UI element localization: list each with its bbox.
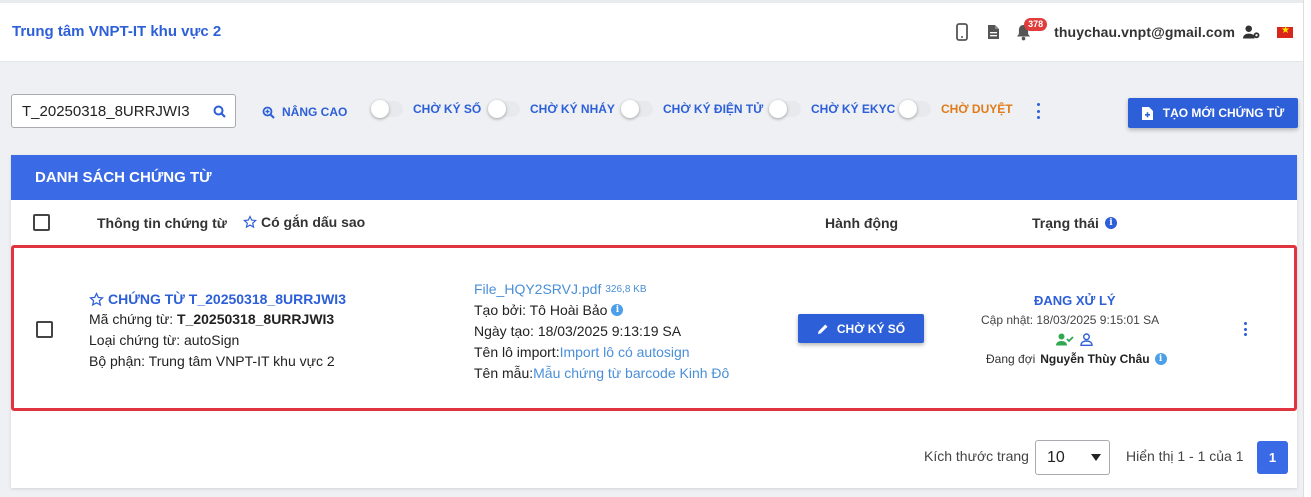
document-title: CHỨNG TỪ T_20250318_8URRJWI3 — [108, 291, 346, 307]
filter-toggle[interactable] — [488, 100, 520, 118]
status-badge: ĐANG XỬ LÝ — [1034, 293, 1116, 308]
info-icon[interactable]: i — [611, 304, 624, 316]
signer-icons — [1056, 333, 1093, 346]
row-checkbox[interactable] — [36, 321, 53, 338]
document-code: Mã chứng từ: T_20250318_8URRJWI3 — [89, 311, 334, 327]
more-filters-kebab-icon[interactable] — [1033, 103, 1043, 119]
file-plus-icon — [1141, 106, 1153, 120]
select-all-checkbox[interactable] — [33, 214, 50, 231]
file-link[interactable]: File_HQY2SRVJ.pdf — [474, 281, 601, 297]
notification-badge: 378 — [1024, 18, 1048, 31]
column-status: Trạng thái i — [1032, 215, 1117, 231]
brand-title[interactable]: Trung tâm VNPT-IT khu vực 2 — [12, 23, 221, 40]
header-top-line — [0, 0, 1303, 3]
mobile-icon[interactable] — [953, 22, 971, 42]
document-icon[interactable] — [984, 22, 1002, 42]
document-department: Bộ phận: Trung tâm VNPT-IT khu vực 2 — [89, 353, 335, 369]
column-status-label: Trạng thái — [1032, 215, 1099, 231]
document-title-link[interactable]: CHỨNG TỪ T_20250318_8URRJWI3 — [89, 291, 346, 307]
sign-digital-button[interactable]: CHỜ KÝ SỐ — [798, 314, 924, 343]
filter-label: CHỜ KÝ ĐIỆN TỬ — [663, 102, 764, 116]
info-icon[interactable]: i — [1154, 353, 1167, 365]
filter-cho-duyet[interactable]: CHỜ DUYỆT — [899, 100, 1013, 118]
notifications[interactable]: 378 — [1014, 18, 1048, 42]
template-link[interactable]: Mẫu chứng từ barcode Kinh Đô — [533, 365, 729, 381]
filter-toggle[interactable] — [769, 100, 801, 118]
batch-link[interactable]: Import lô có autosign — [560, 344, 690, 360]
filter-toggle[interactable] — [621, 100, 653, 118]
sign-digital-label: CHỜ KÝ SỐ — [836, 321, 906, 336]
document-code-value: T_20250318_8URRJWI3 — [177, 311, 335, 327]
batch-import: Tên lô import: Import lô có autosign — [474, 344, 690, 360]
batch-label: Tên lô import: — [474, 344, 560, 360]
page-size-select[interactable]: 10 — [1035, 440, 1110, 475]
user-gear-icon[interactable] — [1243, 22, 1261, 42]
page-scrollbar[interactable] — [1303, 0, 1311, 497]
column-info: Thông tin chứng từ — [97, 215, 227, 231]
app-header: Trung tâm VNPT-IT khu vực 2 378 thuychau… — [0, 0, 1303, 62]
document-type: Loại chứng từ: autoSign — [89, 332, 240, 348]
pen-icon — [817, 324, 828, 334]
advanced-search-label: NÂNG CAO — [282, 105, 348, 119]
document-list-title: DANH SÁCH CHỨNG TỪ — [11, 155, 1297, 200]
updated-time: Cập nhật: 18/03/2025 9:15:01 SA — [981, 313, 1160, 327]
template-name: Tên mẫu: Mẫu chứng từ barcode Kinh Đô — [474, 365, 729, 381]
document-code-label: Mã chứng từ: — [89, 311, 177, 327]
document-list-panel: DANH SÁCH CHỨNG TỪ Thông tin chứng từ Có… — [11, 155, 1297, 488]
filter-cho-ky-so[interactable]: CHỜ KÝ SỐ — [371, 100, 482, 118]
user-outline-icon[interactable] — [1080, 333, 1093, 346]
page-size-label: Kích thước trang — [924, 448, 1029, 464]
column-action: Hành động — [825, 215, 899, 231]
filter-cho-ky-ekyc[interactable]: CHỜ KÝ EKYC — [769, 100, 896, 118]
filter-label: CHỜ DUYỆT — [941, 102, 1013, 116]
created-by: Tạo bởi: Tô Hoài Bảo i — [474, 302, 624, 318]
filter-toggle[interactable] — [371, 100, 403, 118]
table-header: Thông tin chứng từ Có gắn dấu sao Hành đ… — [11, 200, 1297, 245]
filter-label: CHỜ KÝ EKYC — [811, 102, 896, 116]
waiting-user: Nguyễn Thùy Châu — [1040, 352, 1150, 366]
search-input[interactable] — [12, 102, 207, 120]
filter-cho-ky-nhay[interactable]: CHỜ KÝ NHÁY — [488, 100, 615, 118]
star-icon — [243, 215, 257, 229]
filter-cho-ky-dien-tu[interactable]: CHỜ KÝ ĐIỆN TỬ — [621, 100, 764, 118]
search-field[interactable] — [11, 94, 236, 128]
column-starred-label: Có gắn dấu sao — [261, 214, 366, 230]
info-icon[interactable]: i — [1104, 217, 1117, 229]
row-actions-kebab-icon[interactable] — [1241, 322, 1249, 336]
pagination-summary: Hiển thị 1 - 1 của 1 — [1126, 448, 1244, 464]
user-email[interactable]: thuychau.vnpt@gmail.com — [1054, 24, 1235, 40]
column-starred[interactable]: Có gắn dấu sao — [243, 214, 365, 230]
created-at: Ngày tạo: 18/03/2025 9:13:19 SA — [474, 323, 682, 339]
waiting-label: Đang đợi — [986, 352, 1036, 366]
header-actions: 378 thuychau.vnpt@gmail.com — [953, 18, 1293, 44]
filter-label: CHỜ KÝ NHÁY — [530, 102, 615, 116]
file-size: 326,8 KB — [605, 283, 647, 295]
created-by-text: Tạo bởi: Tô Hoài Bảo — [474, 302, 608, 318]
create-document-button[interactable]: TẠO MỚI CHỨNG TỪ — [1128, 98, 1298, 128]
user-check-icon[interactable] — [1056, 333, 1074, 346]
caret-down-icon — [1091, 454, 1101, 461]
star-icon[interactable] — [89, 291, 104, 307]
create-document-label: TẠO MỚI CHỨNG TỪ — [1162, 106, 1285, 120]
file-info: File_HQY2SRVJ.pdf 326,8 KB — [474, 281, 647, 297]
page-button-current[interactable]: 1 — [1257, 441, 1288, 474]
waiting-for: Đang đợi Nguyễn Thùy Châu i — [986, 352, 1167, 366]
advanced-search-button[interactable]: NÂNG CAO — [262, 105, 347, 119]
page-size-value: 10 — [1047, 448, 1065, 466]
search-icon[interactable] — [207, 105, 231, 118]
filter-label: CHỜ KÝ SỐ — [413, 102, 482, 116]
table-row[interactable]: CHỨNG TỪ T_20250318_8URRJWI3 Mã chứng từ… — [11, 245, 1297, 411]
vietnam-flag-icon[interactable] — [1277, 25, 1293, 38]
filter-toggle[interactable] — [899, 100, 931, 118]
zoom-in-icon — [262, 106, 275, 119]
template-label: Tên mẫu: — [474, 365, 534, 381]
